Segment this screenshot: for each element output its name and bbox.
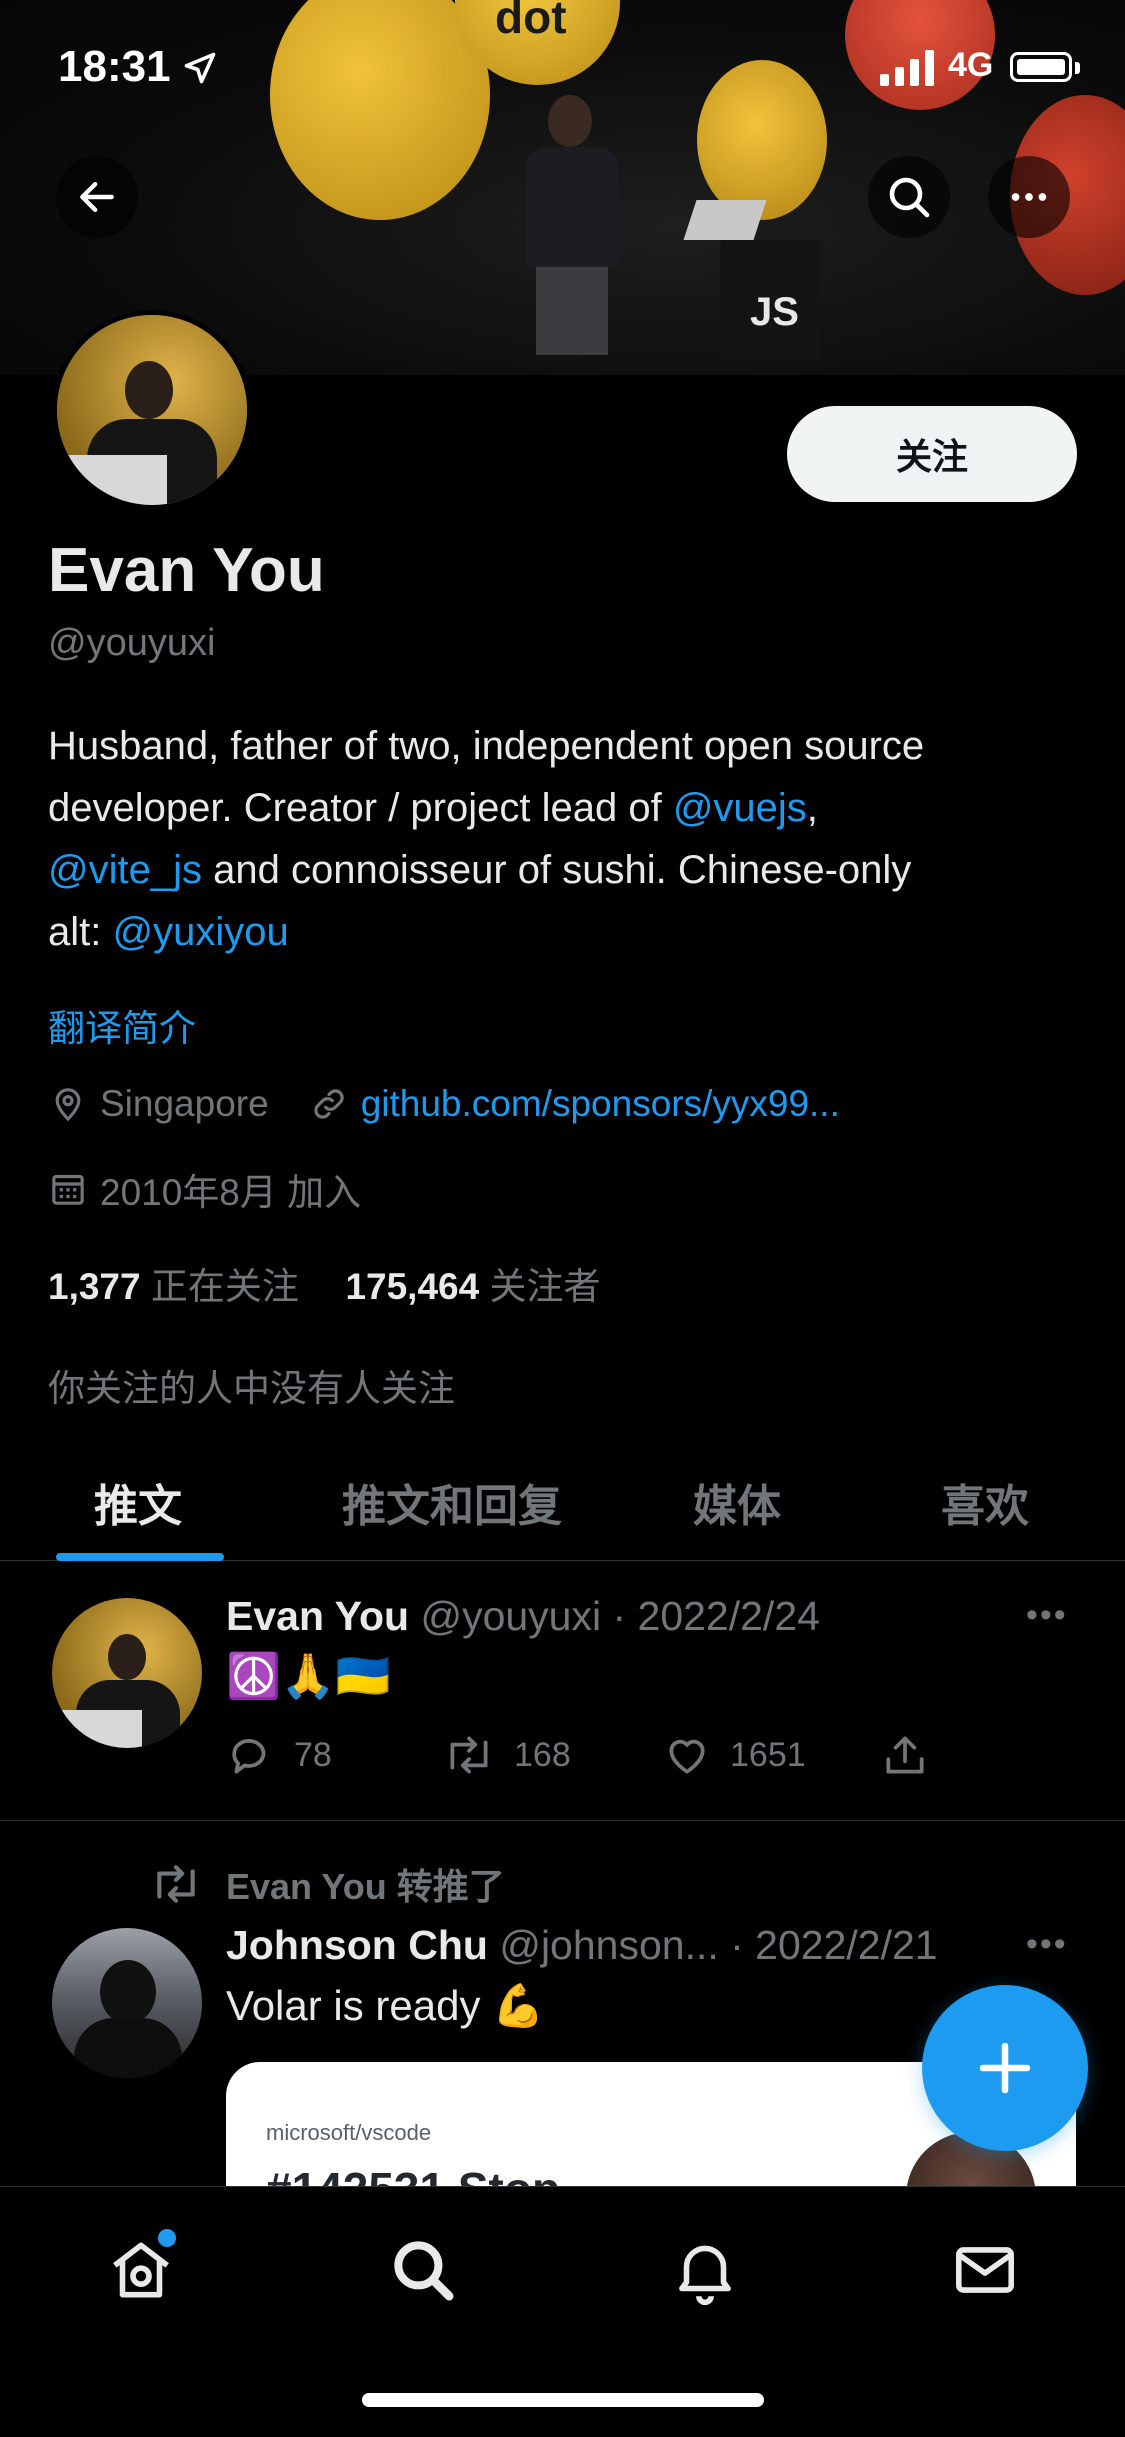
tweet-divider [0,1820,1125,1821]
explore-icon [394,2241,454,2301]
tweet-handle-date: @youyuxi · 2022/2/24 [420,1593,820,1639]
battery-tip [1075,62,1080,74]
location-icon [55,1088,81,1122]
retweet-icon [157,1865,195,1903]
website-link[interactable]: github.com/sponsors/yyx99... [361,1083,840,1125]
compose-plus-icon [979,2042,1031,2094]
translate-bio-link[interactable]: 翻译简介 [48,998,196,1052]
tweet-avatar[interactable] [52,1928,202,2078]
follow-counts: 1,377 正在关注 175,464 关注者 [48,1256,600,1310]
banner-laptop [683,200,767,240]
status-time: 18:31 [58,42,171,91]
messages-icon [956,2247,1014,2293]
unread-dot [158,2229,176,2247]
following-count: 1,377 [48,1266,141,1307]
compose-tweet-button[interactable] [922,1985,1088,2151]
tweet-header: Evan You @youyuxi · 2022/2/24 [226,1593,820,1640]
status-bar: 18:31 4G [0,0,1125,140]
tweet-text: ☮️🙏🇺🇦 [226,1652,391,1701]
joined-text: 2010年8月 加入 [100,1172,362,1213]
profile-location-row: Singapore github.com/sponsors/yyx99... [48,1083,840,1125]
profile-bio: Husband, father of two, independent open… [48,715,1078,963]
nav-explore[interactable] [386,2233,460,2312]
bio-line: developer. Creator / project lead of @vu… [48,786,818,830]
bio-line: alt: @yuxiyou [48,910,289,954]
battery-icon [1010,52,1072,82]
reply-action[interactable]: 78 [226,1730,332,1780]
retweet-count: 168 [514,1735,571,1774]
retweet-context: Evan You 转推了 [148,1858,505,1910]
reply-icon [232,1739,266,1774]
tweet-author[interactable]: Johnson Chu [226,1922,488,1968]
mention-link-vuejs[interactable]: @vuejs [673,786,807,830]
tweet-more-icon[interactable]: ••• [1026,1925,1068,1964]
tweet-avatar[interactable] [52,1598,202,1748]
tab-tweets[interactable]: 推文 [94,1470,182,1534]
nav-notifications[interactable] [668,2233,742,2312]
tweet-actions: 78 168 1651 [226,1730,946,1786]
profile-joined-row: 2010年8月 加入 [48,1162,361,1216]
more-button[interactable] [988,156,1070,238]
tab-likes[interactable]: 喜欢 [941,1470,1029,1534]
retweeted-by-text[interactable]: Evan You 转推了 [226,1858,505,1910]
reply-count: 78 [294,1735,332,1774]
link-icon [314,1089,344,1119]
back-button[interactable] [56,156,138,238]
banner-js-text: JS [750,290,799,334]
followers-label: 关注者 [489,1266,601,1307]
follow-button[interactable]: 关注 [787,406,1077,502]
profile-handle: @youyuxi [48,622,216,664]
retweet-icon [450,1736,488,1774]
tweet-header: Johnson Chu @johnson... · 2022/2/21 [226,1922,938,1969]
profile-avatar[interactable] [52,310,252,510]
followers-count-link[interactable]: 175,464 关注者 [345,1266,600,1307]
location-arrow-icon [184,52,216,84]
calendar-icon [52,1174,84,1205]
search-icon [889,177,930,218]
like-icon [669,1739,705,1774]
profile-name: Evan You [48,536,325,605]
tweet-more-icon[interactable]: ••• [1026,1596,1068,1635]
more-icon [1011,193,1047,201]
tweet-handle-date: @johnson... · 2022/2/21 [499,1922,938,1968]
search-button[interactable] [868,156,950,238]
banner-lectern: JS [720,240,820,360]
location-text: Singapore [100,1083,269,1124]
tab-tweets-replies[interactable]: 推文和回复 [342,1470,562,1534]
signal-icon [880,50,934,86]
followers-count: 175,464 [345,1266,480,1307]
tweet-author[interactable]: Evan You [226,1593,409,1639]
mutual-followers-note: 你关注的人中没有人关注 [48,1368,455,1409]
share-icon [886,1736,924,1774]
bio-line: Husband, father of two, independent open… [48,724,925,768]
tweet-text: Volar is ready 💪 [226,1982,545,2029]
back-arrow-icon [80,181,114,213]
nav-messages[interactable] [948,2233,1022,2312]
network-type: 4G [948,46,994,84]
retweet-action[interactable]: 168 [442,1730,571,1780]
share-action[interactable] [880,1730,930,1780]
like-action[interactable]: 1651 [662,1730,806,1780]
like-count: 1651 [730,1735,806,1774]
card-repo: microsoft/vscode [266,2120,432,2145]
bio-line: @vite_js and connoisseur of sushi. Chine… [48,848,912,892]
following-count-link[interactable]: 1,377 正在关注 [48,1266,299,1307]
profile-tabs: 推文 推文和回复 媒体 喜欢 [0,1450,1125,1561]
active-tab-indicator [56,1553,224,1561]
mention-link-yuxiyou[interactable]: @yuxiyou [112,910,288,954]
mention-link-vite[interactable]: @vite_js [48,848,202,892]
tab-media[interactable]: 媒体 [693,1470,781,1534]
notifications-icon [679,2245,731,2306]
following-label: 正在关注 [150,1266,299,1307]
home-indicator [362,2393,764,2407]
nav-home[interactable] [104,2229,178,2312]
